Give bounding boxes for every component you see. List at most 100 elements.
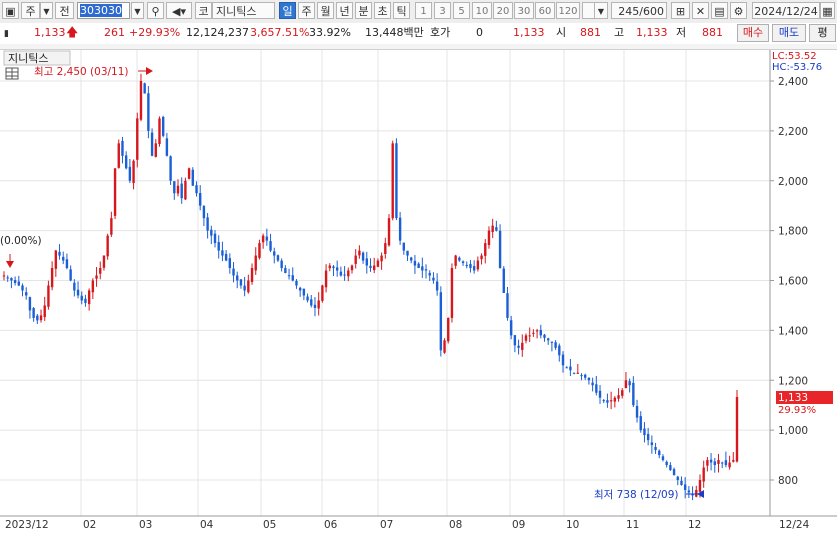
tab-day[interactable]: 일 [279, 2, 296, 19]
candle-body [243, 285, 246, 291]
count-field[interactable]: 245/600 [611, 2, 667, 19]
candle-body [602, 400, 605, 402]
save-icon[interactable]: ▤ [711, 2, 728, 19]
candle-body [87, 290, 91, 305]
candle-type-icon[interactable]: ⊞ [671, 2, 690, 19]
interval-1[interactable]: 1 [415, 2, 432, 19]
candle-body [132, 160, 135, 184]
candle-body [421, 266, 424, 271]
candle-body [658, 450, 661, 456]
volume: 12,124,237 [186, 26, 249, 39]
candle-body [509, 320, 513, 336]
market2-label[interactable]: 코 [195, 2, 212, 19]
candle-body [350, 265, 354, 271]
interval-dropdown-icon[interactable]: ▼ [594, 2, 608, 19]
buy-button[interactable]: 매수 [737, 24, 769, 42]
candle-body [517, 345, 520, 348]
trade-amount: 13,448백만 [365, 26, 424, 39]
x-tick-label: 05 [263, 519, 276, 531]
tab-tick[interactable]: 틱 [393, 2, 410, 19]
candle-body [332, 266, 335, 269]
candle-body [506, 293, 509, 318]
candle-body [680, 480, 683, 485]
candle-body [687, 490, 691, 493]
candlestick-chart-svg[interactable]: 2,400 2,200 2,000 1,800 1,600 1,400 1,200 1,000… [0, 50, 837, 538]
candle-body [6, 277, 9, 279]
x-tick-label: 2023/12 [5, 519, 49, 531]
current-change-tag-label: 29.93% [778, 405, 816, 416]
calendar-icon[interactable]: ▦ [820, 2, 835, 19]
candle-body [217, 242, 220, 251]
candle-body [58, 251, 61, 256]
candle-body [143, 83, 146, 94]
interval-20[interactable]: 20 [493, 2, 513, 19]
candle-body [124, 155, 128, 169]
candle-body [195, 185, 198, 194]
candle-body [25, 292, 28, 296]
date-field[interactable]: 2024/12/24 [752, 2, 820, 19]
interval-5[interactable]: 5 [453, 2, 470, 19]
volume-rate: 3,657.51% [250, 26, 310, 39]
candle-body [513, 335, 517, 346]
candle-body [676, 476, 679, 480]
stock-name-field[interactable]: 지니틱스 [212, 2, 275, 19]
tab-week[interactable]: 주 [298, 2, 315, 19]
candle-body [280, 260, 283, 269]
chevron-down-icon[interactable]: ▼ [40, 2, 53, 19]
candle-body [73, 282, 76, 291]
candle-body [584, 374, 587, 378]
candle-body [121, 140, 124, 156]
candle-body [169, 156, 172, 181]
candle-body [535, 330, 539, 332]
low-annotation: 최저 738 (12/09) [594, 489, 679, 501]
tab-year[interactable]: 년 [336, 2, 353, 19]
interval-60[interactable]: 60 [535, 2, 555, 19]
candle-body [2, 275, 6, 277]
pin-icon[interactable]: ▮ [2, 26, 11, 41]
candle-body [487, 230, 491, 246]
tab-second[interactable]: 초 [374, 2, 391, 19]
candle-body [480, 255, 483, 260]
candle-body [328, 265, 331, 269]
y-tick-label: 2,000 [778, 176, 808, 188]
candle-body [706, 460, 709, 466]
candle-body [435, 281, 439, 291]
market-select[interactable]: 주 [21, 2, 40, 19]
candle-body [310, 299, 313, 306]
sell-button[interactable]: 매도 [772, 24, 806, 42]
candle-body [106, 235, 109, 257]
candle-body [165, 138, 169, 156]
legend-lc: LC:53.52 [772, 51, 817, 62]
code-dropdown-icon[interactable]: ▼ [131, 2, 144, 19]
candle-body [395, 143, 398, 219]
candle-body [139, 81, 143, 120]
candle-body [110, 218, 113, 235]
candle-body [173, 181, 176, 194]
price-chart[interactable]: 2,400 2,200 2,000 1,800 1,600 1,400 1,200 1,000… [0, 50, 837, 538]
interval-3[interactable]: 3 [434, 2, 451, 19]
interval-120[interactable]: 120 [556, 2, 580, 19]
tab-month[interactable]: 월 [317, 2, 334, 19]
candle-body [254, 255, 257, 271]
gear-icon[interactable]: ⚙ [730, 2, 747, 19]
candle-body [443, 340, 446, 353]
open-price: 881 [580, 26, 601, 39]
interval-10[interactable]: 10 [472, 2, 492, 19]
window-icon[interactable]: ▣ [2, 2, 19, 19]
interval-30[interactable]: 30 [514, 2, 534, 19]
search-icon[interactable]: ⚲ [147, 2, 164, 19]
compare-icon[interactable]: ✕ [692, 2, 709, 19]
x-tick-label: 09 [512, 519, 525, 531]
candle-body [591, 382, 594, 386]
speaker-icon[interactable]: ◀▾ [166, 2, 192, 19]
prev-button[interactable]: 전 [55, 2, 74, 19]
candle-body [398, 217, 402, 241]
candle-body [213, 233, 217, 244]
candle-body [717, 460, 720, 464]
eval-button[interactable]: 평 [809, 24, 836, 42]
hoga-label: 호가 [430, 26, 451, 39]
x-tick-label: 10 [566, 519, 579, 531]
tab-minute[interactable]: 분 [355, 2, 372, 19]
candle-body [558, 345, 561, 356]
stock-code-input[interactable]: 303030 [77, 2, 130, 19]
